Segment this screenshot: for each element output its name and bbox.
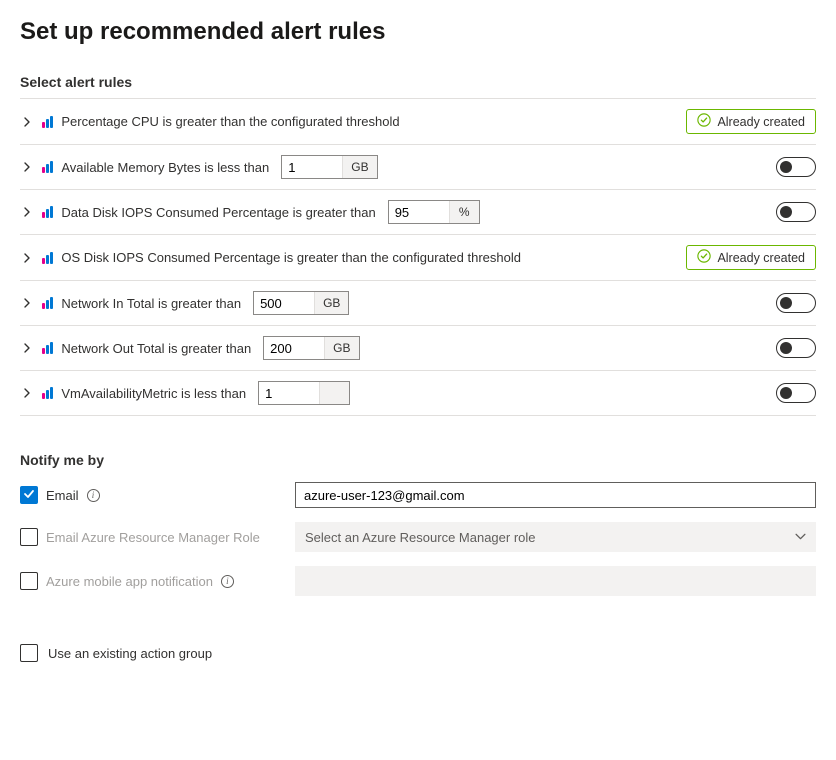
- threshold-input-group: GB: [281, 155, 377, 179]
- notify-row-mobile-app: Azure mobile app notification i: [20, 566, 816, 596]
- rule-toggle[interactable]: [776, 157, 816, 177]
- notify-row-arm-role: Email Azure Resource Manager Role Select…: [20, 522, 816, 552]
- chevron-down-icon: [795, 530, 806, 545]
- metric-icon: [42, 342, 53, 354]
- status-badge-created: Already created: [686, 245, 816, 270]
- rule-row: Percentage CPU is greater than the confi…: [20, 99, 816, 145]
- status-badge-label: Already created: [717, 251, 805, 265]
- mobile-app-label: Azure mobile app notification: [46, 574, 213, 589]
- rule-toggle[interactable]: [776, 383, 816, 403]
- chevron-right-icon[interactable]: [20, 205, 34, 219]
- check-circle-icon: [697, 249, 711, 266]
- rule-label: OS Disk IOPS Consumed Percentage is grea…: [61, 250, 521, 265]
- email-field[interactable]: [295, 482, 816, 508]
- status-badge-label: Already created: [717, 115, 805, 129]
- email-label: Email: [46, 488, 79, 503]
- threshold-input-group: [258, 381, 350, 405]
- page-title: Set up recommended alert rules: [20, 18, 385, 46]
- metric-icon: [42, 116, 53, 128]
- rule-label: Network Out Total is greater than: [61, 341, 251, 356]
- action-group-row: Use an existing action group: [20, 644, 816, 662]
- rule-toggle[interactable]: [776, 202, 816, 222]
- chevron-right-icon[interactable]: [20, 296, 34, 310]
- info-icon[interactable]: i: [87, 489, 100, 502]
- rule-label: Data Disk IOPS Consumed Percentage is gr…: [61, 205, 375, 220]
- threshold-input-group: GB: [263, 336, 359, 360]
- threshold-input[interactable]: [282, 156, 342, 178]
- rule-label: Percentage CPU is greater than the confi…: [61, 114, 399, 129]
- arm-role-checkbox[interactable]: [20, 528, 38, 546]
- arm-role-label: Email Azure Resource Manager Role: [46, 530, 260, 545]
- arm-role-select[interactable]: Select an Azure Resource Manager role: [295, 522, 816, 552]
- rule-row: VmAvailabilityMetric is less than: [20, 371, 816, 416]
- threshold-input[interactable]: [264, 337, 324, 359]
- action-group-checkbox[interactable]: [20, 644, 38, 662]
- action-group-label: Use an existing action group: [48, 646, 212, 661]
- threshold-input[interactable]: [259, 382, 319, 404]
- chevron-right-icon[interactable]: [20, 115, 34, 129]
- metric-icon: [42, 252, 53, 264]
- mobile-app-field: [295, 566, 816, 596]
- checkmark-icon: [23, 488, 35, 503]
- threshold-unit: [319, 382, 349, 404]
- threshold-input-group: %: [388, 200, 480, 224]
- rules-list: Percentage CPU is greater than the confi…: [20, 98, 816, 416]
- threshold-unit: GB: [324, 337, 358, 359]
- rule-label: VmAvailabilityMetric is less than: [61, 386, 246, 401]
- info-icon[interactable]: i: [221, 575, 234, 588]
- threshold-input-group: GB: [253, 291, 349, 315]
- chevron-right-icon[interactable]: [20, 386, 34, 400]
- rule-label: Available Memory Bytes is less than: [61, 160, 269, 175]
- notify-row-email: Email i: [20, 482, 816, 508]
- metric-icon: [42, 206, 53, 218]
- section-title-rules: Select alert rules: [20, 74, 816, 90]
- metric-icon: [42, 297, 53, 309]
- chevron-right-icon[interactable]: [20, 341, 34, 355]
- rule-toggle[interactable]: [776, 293, 816, 313]
- threshold-unit: GB: [342, 156, 376, 178]
- chevron-right-icon[interactable]: [20, 160, 34, 174]
- threshold-input[interactable]: [389, 201, 449, 223]
- section-title-notify: Notify me by: [20, 452, 816, 468]
- rule-row: Network In Total is greater than GB: [20, 281, 816, 326]
- status-badge-created: Already created: [686, 109, 816, 134]
- threshold-unit: GB: [314, 292, 348, 314]
- rule-row: Network Out Total is greater than GB: [20, 326, 816, 371]
- threshold-input[interactable]: [254, 292, 314, 314]
- arm-role-placeholder: Select an Azure Resource Manager role: [305, 530, 536, 545]
- rule-row: Available Memory Bytes is less than GB: [20, 145, 816, 190]
- rule-row: OS Disk IOPS Consumed Percentage is grea…: [20, 235, 816, 281]
- threshold-unit: %: [449, 201, 479, 223]
- close-button[interactable]: [808, 18, 816, 42]
- check-circle-icon: [697, 113, 711, 130]
- metric-icon: [42, 161, 53, 173]
- metric-icon: [42, 387, 53, 399]
- rule-label: Network In Total is greater than: [61, 296, 241, 311]
- chevron-right-icon[interactable]: [20, 251, 34, 265]
- rule-toggle[interactable]: [776, 338, 816, 358]
- rule-row: Data Disk IOPS Consumed Percentage is gr…: [20, 190, 816, 235]
- email-checkbox[interactable]: [20, 486, 38, 504]
- mobile-app-checkbox[interactable]: [20, 572, 38, 590]
